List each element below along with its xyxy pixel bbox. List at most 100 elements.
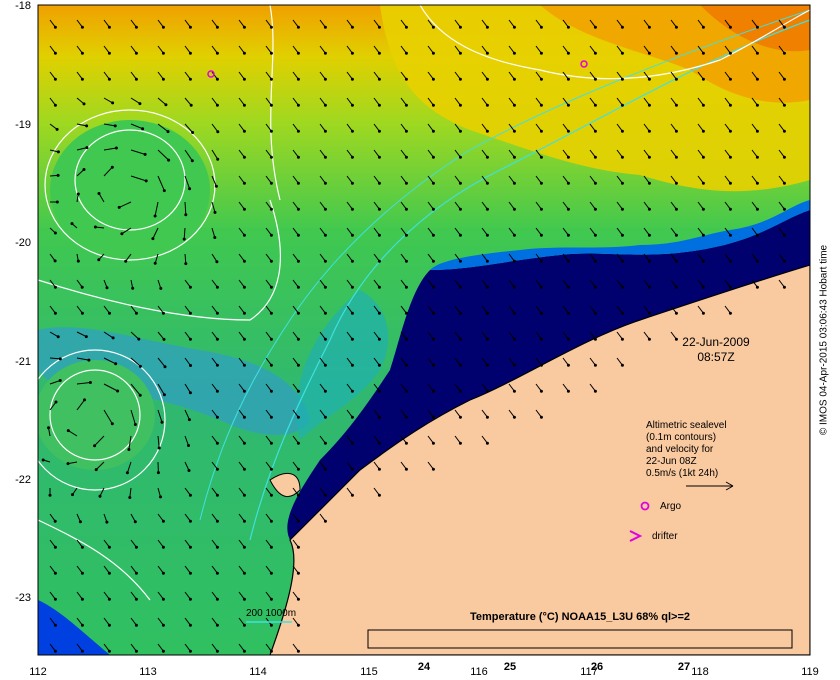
velocity-arrow-head [674, 77, 678, 81]
velocity-arrow-head [350, 389, 354, 393]
velocity-arrow-head [161, 77, 165, 81]
velocity-arrow-head [404, 337, 408, 341]
velocity-arrow-head [113, 124, 117, 128]
velocity-arrow-head [431, 155, 435, 159]
velocity-arrow-head [242, 207, 246, 211]
velocity-arrow-head [350, 51, 354, 55]
velocity-arrow-head [215, 311, 219, 315]
velocity-arrow-head [296, 285, 300, 289]
velocity-arrow-head [97, 258, 101, 262]
velocity-arrow-head [755, 181, 759, 185]
velocity-arrow-head [782, 51, 786, 55]
velocity-arrow-head [458, 389, 462, 393]
velocity-arrow-head [539, 311, 543, 315]
velocity-arrow-head [80, 571, 84, 575]
velocity-arrow-head [143, 152, 147, 156]
velocity-arrow-head [242, 389, 246, 393]
velocity-arrow-head [728, 25, 732, 29]
velocity-arrow-head [83, 398, 86, 402]
velocity-arrow-head [350, 441, 354, 445]
velocity-arrow-head [296, 155, 300, 159]
velocity-arrow-head [404, 51, 408, 55]
velocity-arrow-head [458, 25, 462, 29]
colorbar-tick: 25 [504, 661, 516, 673]
colorbar-ticks: 24 25 26 27 [418, 661, 690, 673]
velocity-arrow-head [153, 214, 157, 218]
velocity-arrow-head [458, 207, 462, 211]
velocity-arrow-head [76, 259, 80, 263]
velocity-arrow-head [701, 233, 705, 237]
velocity-arrow-head [80, 649, 84, 653]
velocity-arrow-head [701, 103, 705, 107]
velocity-arrow-head [107, 25, 111, 29]
velocity-arrow-head [701, 311, 705, 315]
velocity-arrow-head [296, 571, 300, 575]
velocity-arrow-head [377, 493, 381, 497]
velocity-arrow-head [296, 441, 300, 445]
velocity-arrow-head [323, 441, 327, 445]
velocity-arrow-head [215, 415, 219, 419]
velocity-arrow-head [47, 426, 50, 430]
velocity-arrow-head [53, 77, 57, 81]
velocity-arrow-head [458, 103, 462, 107]
velocity-arrow-head [377, 259, 381, 263]
colorbar-title: Temperature (°C) NOAA15_L3U 68% ql>=2 [470, 611, 690, 623]
velocity-arrow-head [458, 181, 462, 185]
velocity-arrow-head [782, 155, 786, 159]
velocity-arrow-head [269, 233, 273, 237]
velocity-arrow-head [728, 259, 732, 263]
velocity-arrow-head [242, 285, 246, 289]
lat-tick-label: -20 [15, 237, 31, 249]
cool-eddy-north [50, 120, 210, 260]
velocity-arrow-head [242, 415, 246, 419]
velocity-arrow-head [296, 181, 300, 185]
velocity-arrow-head [187, 444, 190, 447]
velocity-arrow-head [269, 77, 273, 81]
velocity-arrow-head [53, 649, 57, 653]
velocity-arrow-head [53, 623, 57, 627]
velocity-arrow-head [539, 103, 543, 107]
velocity-arrow-head [647, 311, 651, 315]
velocity-arrow-head [134, 649, 138, 653]
velocity-arrow-head [125, 471, 129, 475]
latitude-axis: -18 -19 -20 -21 -22 -23 [15, 0, 31, 604]
velocity-arrow-head [242, 623, 246, 627]
velocity-arrow-head [242, 441, 246, 445]
velocity-arrow-head [350, 467, 354, 471]
velocity-arrow-head [539, 259, 543, 263]
velocity-arrow-head [157, 446, 161, 450]
velocity-arrow-head [431, 389, 435, 393]
velocity-arrow-head [458, 155, 462, 159]
velocity-arrow-head [539, 51, 543, 55]
velocity-arrow-head [512, 363, 516, 367]
velocity-arrow-head [593, 233, 597, 237]
velocity-arrow-head [48, 493, 52, 497]
velocity-arrow-head [87, 358, 91, 362]
velocity-arrow-head [431, 51, 435, 55]
velocity-arrow-head [431, 441, 435, 445]
velocity-arrow-head [485, 415, 489, 419]
velocity-arrow-head [215, 649, 219, 653]
velocity-arrow-head [782, 77, 786, 81]
velocity-arrow-head [41, 458, 45, 462]
velocity-arrow-head [105, 286, 109, 290]
velocity-arrow-head [133, 520, 137, 524]
velocity-arrow-head [80, 311, 84, 315]
velocity-arrow-head [323, 363, 327, 367]
velocity-arrow-head [216, 157, 220, 161]
velocity-arrow-head [458, 51, 462, 55]
velocity-arrow-head [188, 519, 192, 523]
velocity-arrow-head [431, 181, 435, 185]
velocity-arrow-head [80, 597, 84, 601]
velocity-arrow-head [431, 207, 435, 211]
velocity-arrow-head [85, 124, 89, 128]
velocity-arrow-head [512, 77, 516, 81]
velocity-arrow-head [539, 233, 543, 237]
velocity-arrow-head [296, 415, 300, 419]
velocity-arrow-head [620, 77, 624, 81]
timestamp-date: 22-Jun-2009 [682, 335, 750, 349]
velocity-arrow-head [107, 623, 111, 627]
velocity-arrow-head [404, 25, 408, 29]
velocity-arrow-head [620, 207, 624, 211]
velocity-arrow-head [782, 103, 786, 107]
